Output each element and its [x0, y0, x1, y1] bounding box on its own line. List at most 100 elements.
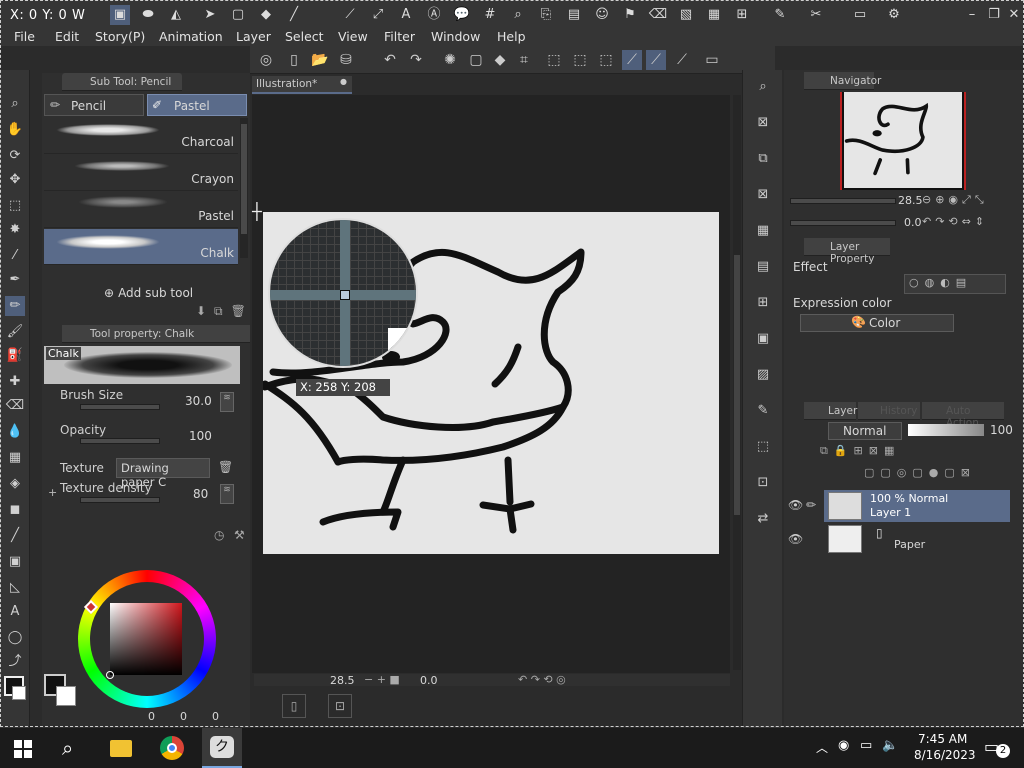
layer-row-1[interactable]: 100 % Normal Layer 1	[824, 490, 1010, 522]
menu-animation[interactable]: Animation	[159, 29, 223, 44]
edit-icon[interactable]: ✎	[770, 5, 790, 25]
figure-icon[interactable]: ╱	[5, 526, 25, 546]
deselect-icon[interactable]: ⬚	[544, 50, 564, 70]
decoration-icon[interactable]: ✚	[5, 372, 25, 392]
material-icon[interactable]: ▤	[564, 5, 584, 25]
canvas-size-icon[interactable]: ⬚	[752, 436, 774, 458]
delete-layer-icon[interactable]: ⊠	[752, 184, 774, 206]
chrome-icon[interactable]	[160, 736, 184, 760]
frame-layer-icon[interactable]: ▣	[752, 328, 774, 350]
export-icon[interactable]: ▨	[752, 364, 774, 386]
brush-charcoal[interactable]: Charcoal	[44, 118, 238, 154]
eyedropper-icon[interactable]: ⁄	[5, 246, 25, 266]
menu-story[interactable]: Story(P)	[95, 29, 145, 44]
menu-edit[interactable]: Edit	[55, 29, 79, 44]
zoom-value[interactable]: 28.5	[330, 674, 355, 687]
gradient-icon[interactable]: ◈	[5, 474, 25, 494]
density-pressure-icon[interactable]: ≋	[220, 484, 234, 504]
number-icon[interactable]: #	[480, 5, 500, 25]
grid-icon[interactable]: ▦	[704, 5, 724, 25]
brush-size-value[interactable]: 30.0	[185, 394, 212, 408]
eye-icon[interactable]: 👁	[788, 498, 803, 512]
network-icon[interactable]: ▭	[860, 738, 872, 753]
bucket-icon[interactable]: ◼	[5, 500, 25, 520]
blend-tool-icon[interactable]: 💧	[5, 422, 25, 442]
minimize-button[interactable]: –	[962, 5, 982, 25]
search-icon[interactable]: ⌕	[752, 76, 774, 98]
color-handle[interactable]	[106, 671, 114, 679]
undo-icon[interactable]: ↶	[380, 50, 400, 70]
menu-filter[interactable]: Filter	[384, 29, 415, 44]
navigator-zoom-controls[interactable]: ⊖⊕◉⤢⤡	[922, 193, 988, 207]
layout-toggle-icon[interactable]: ⊡	[328, 694, 352, 718]
opacity-slider[interactable]	[80, 438, 160, 444]
navigator-rotate-controls[interactable]: ↶↷⟲⇔⇕	[922, 215, 988, 228]
loading-icon[interactable]: ✺	[440, 50, 460, 70]
clip-icon[interactable]: ◎	[256, 50, 276, 70]
redo-icon[interactable]: ↷	[406, 50, 426, 70]
layer-actions[interactable]: ▢▢◎▢●▢⊠	[864, 466, 976, 479]
auto-select-icon[interactable]: ✸	[5, 220, 25, 240]
edit-layer-icon[interactable]: ✎	[752, 400, 774, 422]
reset-icon[interactable]: ◷	[214, 528, 224, 542]
lasso-icon[interactable]: ◭	[166, 5, 186, 25]
menu-select[interactable]: Select	[285, 29, 324, 44]
effect-buttons[interactable]: ○◍◐▤	[904, 274, 1006, 294]
copy-icon[interactable]: ⎘	[536, 5, 556, 25]
balloon-tool-icon[interactable]: ◯	[5, 628, 25, 648]
snap-special-icon[interactable]: ⟋	[646, 50, 666, 70]
add-subtool-button[interactable]: ⊕ Add sub tool	[104, 286, 193, 300]
rotation-value[interactable]: 0.0	[420, 674, 438, 687]
snap-ruler-icon[interactable]: ⟋	[622, 50, 642, 70]
stamp-icon[interactable]: ⚑	[620, 5, 640, 25]
tab-close-icon[interactable]: ●	[340, 77, 347, 86]
layer-toolbar[interactable]: ⧉🔒⊞⊠▦	[820, 444, 900, 458]
correction-tool-icon[interactable]: ⤴	[5, 652, 25, 672]
line-icon[interactable]: ╱	[284, 5, 304, 25]
opacity-bar[interactable]	[908, 424, 984, 436]
reference-icon[interactable]: ▭	[702, 50, 722, 70]
expression-color-select[interactable]: 🎨 Color	[800, 314, 954, 332]
fill-tool-icon[interactable]: ▦	[5, 448, 25, 468]
wrench-icon[interactable]: ⚒	[234, 528, 245, 542]
text-tool-icon[interactable]: A	[5, 602, 25, 622]
document-tab[interactable]: Illustration* ●	[252, 76, 352, 94]
panel-toggle-icon[interactable]: ▯	[282, 694, 306, 718]
windows-start-icon[interactable]	[14, 740, 32, 758]
marquee-tool-icon[interactable]: ⬚	[5, 196, 25, 216]
text-icon[interactable]: A	[396, 5, 416, 25]
menu-help[interactable]: Help	[497, 29, 526, 44]
trash-icon[interactable]: 🗑	[218, 460, 233, 474]
navigator-preview[interactable]	[840, 92, 966, 190]
navigator-zoom-slider[interactable]	[790, 198, 896, 204]
menu-view[interactable]: View	[338, 29, 368, 44]
new-raster-icon[interactable]: ▤	[752, 256, 774, 278]
file-explorer-icon[interactable]	[110, 740, 132, 757]
emoji-icon[interactable]: ☺	[592, 5, 612, 25]
copy-layer-icon[interactable]: ⧉	[752, 148, 774, 170]
volume-icon[interactable]: 🔈	[882, 738, 898, 753]
expand-icon[interactable]: +	[48, 486, 57, 499]
tools-icon[interactable]: ✂	[806, 5, 826, 25]
layer-row-2[interactable]: ▯ Paper	[824, 524, 1010, 554]
app-tray-icon[interactable]: ◉	[838, 738, 849, 753]
layer-tab[interactable]: Layer	[804, 402, 857, 420]
brush-chalk[interactable]: Chalk	[44, 229, 238, 265]
selection-layer-icon[interactable]: ▣	[110, 5, 130, 25]
blend-mode-select[interactable]: Normal	[828, 422, 902, 440]
clip-studio-taskbar[interactable]: ク	[202, 728, 242, 768]
pen-tool-icon[interactable]: ✒	[5, 270, 25, 290]
clock-date[interactable]: 8/16/2023	[914, 748, 976, 762]
transform-icon[interactable]: ⌗	[514, 50, 534, 70]
ruler-tag-icon[interactable]: ⊞	[732, 5, 752, 25]
pressure-toggle-icon[interactable]: ≋	[220, 392, 234, 412]
rotate-controls[interactable]: ↶ ↷ ⟲ ◎	[518, 673, 566, 686]
navigator-rotate-slider[interactable]	[790, 220, 896, 226]
open-icon[interactable]: 📂	[310, 50, 330, 70]
crop-icon[interactable]: ⬚	[570, 50, 590, 70]
opacity-value[interactable]: 100	[189, 429, 212, 443]
brush-size-slider[interactable]	[80, 404, 160, 410]
text-box-icon[interactable]: Ⓐ	[424, 5, 444, 25]
chevron-up-icon[interactable]: ︿	[816, 739, 828, 756]
auto-action-tab[interactable]: Auto Action	[922, 402, 1004, 429]
